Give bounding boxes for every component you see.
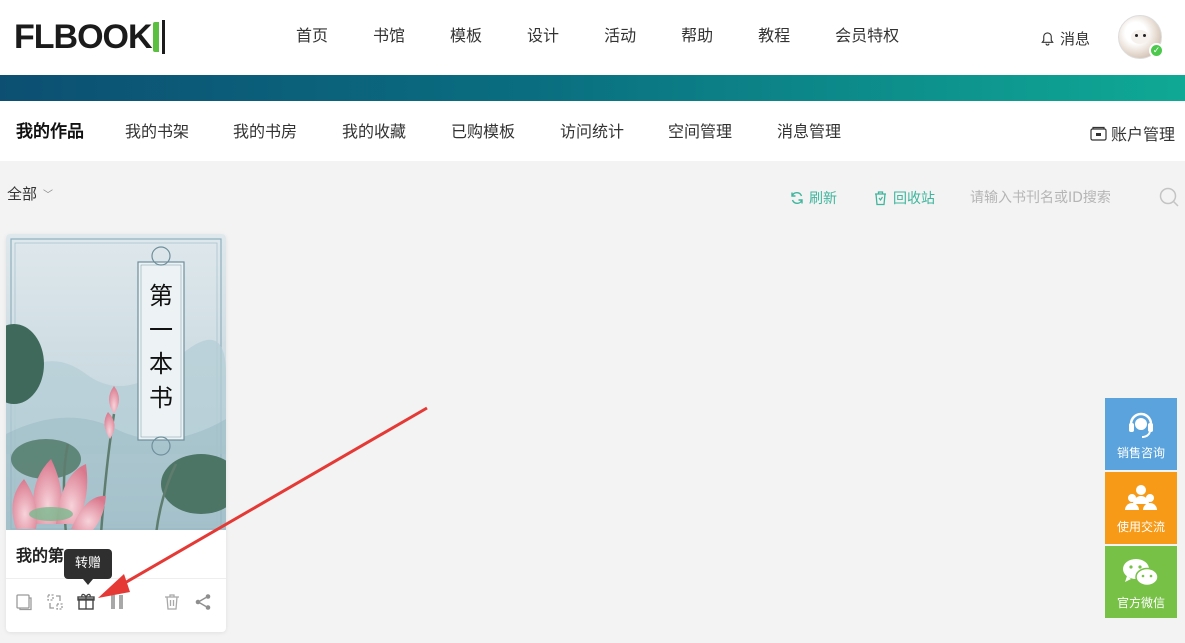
pause-icon[interactable] <box>107 592 127 612</box>
users-icon <box>1125 485 1157 510</box>
wallet-icon <box>1090 126 1107 141</box>
nav-templates[interactable]: 模板 <box>450 24 482 48</box>
refresh-icon <box>791 192 803 204</box>
tab-my-favorites[interactable]: 我的收藏 <box>342 121 406 143</box>
nav-help[interactable]: 帮助 <box>681 24 713 48</box>
card-divider <box>6 578 226 579</box>
logo-text: FLBOOK <box>14 18 153 56</box>
verified-badge-icon: ✓ <box>1149 43 1164 58</box>
nav-library[interactable]: 书馆 <box>373 24 405 48</box>
wechat-icon <box>1123 559 1159 587</box>
trash-icon[interactable] <box>162 592 182 612</box>
headset-icon <box>1129 412 1153 438</box>
nav-tutorials[interactable]: 教程 <box>758 24 790 48</box>
recycle-bin-button[interactable]: 回收站 <box>873 188 935 208</box>
bell-icon <box>1041 32 1054 46</box>
messages-link[interactable]: 消息 <box>1040 28 1090 49</box>
account-management-link[interactable]: 账户管理 <box>1090 121 1175 145</box>
recycle-bin-label: 回收站 <box>893 191 935 207</box>
user-subnav: 我的作品 我的书架 我的书房 我的收藏 已购模板 访问统计 空间管理 消息管理 … <box>0 101 1185 161</box>
messages-label: 消息 <box>1060 30 1091 48</box>
book-card: 第 一 本 书 我的第 <box>6 234 226 632</box>
user-community-label: 使用交流 <box>1116 520 1165 534</box>
sales-consult-button[interactable]: 销售咨询 <box>1105 398 1177 470</box>
official-wechat-label: 官方微信 <box>1116 596 1165 610</box>
header-banner <box>0 75 1185 101</box>
gift-tooltip: 转赠 <box>64 549 112 585</box>
book-search-input[interactable] <box>970 185 1155 211</box>
tab-purchased-templates[interactable]: 已购模板 <box>451 121 515 143</box>
official-wechat-button[interactable]: 官方微信 <box>1105 546 1177 618</box>
refresh-button[interactable]: 刷新 <box>790 188 837 208</box>
book-cover-image[interactable]: 第 一 本 书 <box>6 234 226 534</box>
sales-consult-label: 销售咨询 <box>1116 446 1165 460</box>
account-management-label: 账户管理 <box>1111 125 1176 144</box>
tab-my-study[interactable]: 我的书房 <box>233 121 297 143</box>
recycle-bin-icon <box>875 191 886 206</box>
search-icon[interactable] <box>1158 186 1180 208</box>
cover-char-2: 一 <box>149 316 173 344</box>
nav-events[interactable]: 活动 <box>604 24 636 48</box>
cover-char-3: 本 <box>149 350 173 378</box>
tab-message-management[interactable]: 消息管理 <box>777 121 841 143</box>
cover-char-1: 第 <box>149 282 173 310</box>
gift-icon[interactable] <box>76 592 96 612</box>
tab-my-bookshelf[interactable]: 我的书架 <box>125 121 189 143</box>
nav-design[interactable]: 设计 <box>527 24 559 48</box>
filter-label: 全部 <box>7 185 38 203</box>
tab-my-works[interactable]: 我的作品 <box>16 121 84 143</box>
tab-space-management[interactable]: 空间管理 <box>668 121 732 143</box>
tab-visit-stats[interactable]: 访问统计 <box>560 121 624 143</box>
top-header: FLBOOK 首页 书馆 模板 设计 活动 帮助 教程 会员特权 消息 ✓ <box>0 0 1185 75</box>
chevron-down-icon: ﹀ <box>43 190 54 201</box>
refresh-label: 刷新 <box>809 191 837 207</box>
nav-home[interactable]: 首页 <box>296 24 328 48</box>
copy-icon[interactable] <box>14 592 34 612</box>
category-filter-dropdown[interactable]: 全部 ﹀ <box>7 183 53 204</box>
main-nav: 首页 书馆 模板 设计 活动 帮助 教程 会员特权 <box>296 24 899 48</box>
share-icon[interactable] <box>193 592 213 612</box>
nav-membership[interactable]: 会员特权 <box>835 24 899 48</box>
logo-mark-icon <box>152 20 165 54</box>
flbook-logo[interactable]: FLBOOK <box>14 18 165 56</box>
book-title[interactable]: 我的第 <box>16 544 64 568</box>
replace-icon[interactable] <box>45 592 65 612</box>
user-community-button[interactable]: 使用交流 <box>1105 472 1177 544</box>
book-actions <box>6 592 226 614</box>
cover-char-4: 书 <box>149 384 173 412</box>
